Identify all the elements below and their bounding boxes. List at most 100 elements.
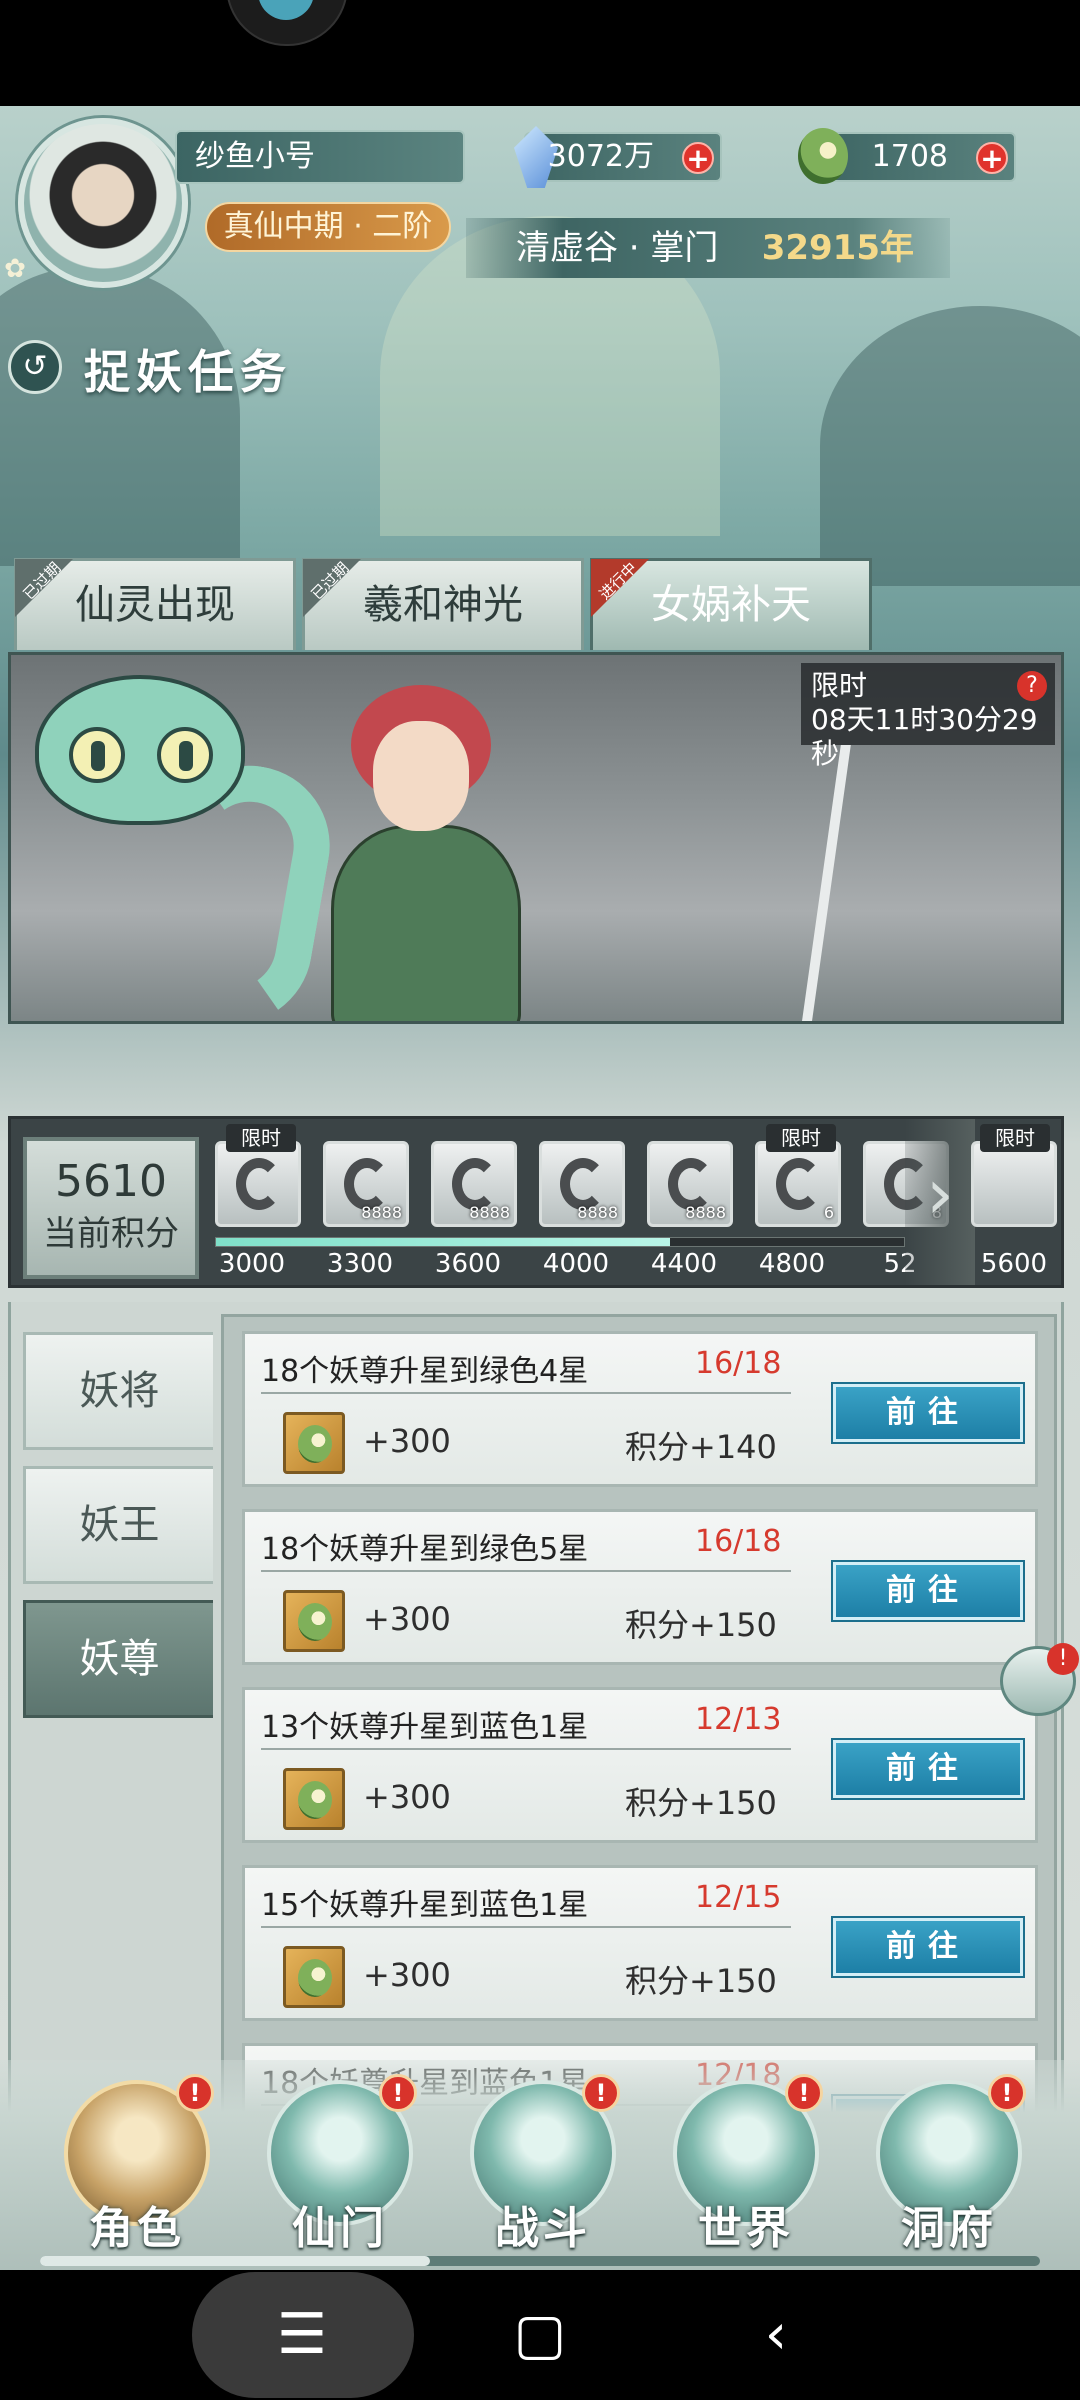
go-button[interactable]: 前往 <box>833 1384 1023 1442</box>
settings-gear-icon[interactable]: ✿ <box>0 254 30 284</box>
reward-count: 8888 <box>469 1203 510 1222</box>
score-reward: 积分+150 <box>625 1606 777 1644</box>
crystal-amount: 3072万 <box>547 139 654 174</box>
divider <box>261 1926 791 1928</box>
reward-amount: +300 <box>363 1778 451 1816</box>
nav-label: 仙门 <box>292 2203 388 2254</box>
add-crystal-button[interactable]: + <box>682 142 714 174</box>
score-value: 5610 <box>55 1156 167 1207</box>
alert-badge: ! <box>582 2074 620 2112</box>
nav-scrollbar[interactable] <box>40 2256 1040 2266</box>
nav-item-world[interactable]: 世界! <box>661 2074 831 2254</box>
tab-label: 仙灵出现 <box>75 582 235 628</box>
bottom-nav: 角色! 仙门! 战斗! 世界! 洞府! <box>0 2060 1080 2270</box>
tab-xianling[interactable]: 已过期 仙灵出现 <box>14 558 296 650</box>
reward-threshold: 4000 <box>542 1249 610 1279</box>
nav-item-sect[interactable]: 仙门! <box>255 2074 425 2254</box>
nav-item-battle[interactable]: 战斗! <box>458 2074 628 2254</box>
reward-item[interactable]: 限时 <box>215 1124 301 1227</box>
category-yaozun[interactable]: 妖尊 <box>23 1600 213 1718</box>
player-header: ✿ 纱鱼小号 真仙中期 · 二阶 3072万 + 1708 + 清虚谷 · 掌门… <box>0 106 1080 306</box>
reward-amount: +300 <box>363 1422 451 1460</box>
reward-count: 6 <box>823 1203 834 1222</box>
tab-nuwa[interactable]: 进行中 女娲补天 <box>590 558 872 650</box>
chat-bubble-icon[interactable]: ! <box>1000 1643 1079 1716</box>
event-timer: 限时 08天11时30分29秒 ? <box>801 663 1055 770</box>
tab-xihe[interactable]: 已过期 羲和神光 <box>302 558 584 650</box>
score-label: 当前积分 <box>43 1214 179 1254</box>
jade-reward-icon <box>283 1946 345 2008</box>
reward-item[interactable]: 8888 <box>647 1141 733 1227</box>
tab-label: 羲和神光 <box>363 582 523 628</box>
alert-badge: ! <box>176 2074 214 2112</box>
page-title: 捉妖任务 <box>84 345 292 399</box>
category-yaowang[interactable]: 妖王 <box>23 1466 213 1584</box>
task-progress: 12/15 <box>695 1880 782 1915</box>
nav-label: 战斗 <box>495 2203 591 2254</box>
reward-item[interactable]: 8888 <box>431 1141 517 1227</box>
go-button[interactable]: 前往 <box>833 1740 1023 1798</box>
crystal-currency: 3072万 + <box>514 126 722 188</box>
task-panel: 妖将 妖王 妖尊 18个妖尊升星到绿色4星 16/18 +300 积分+140 前往 18… <box>8 1302 1064 2154</box>
reward-threshold: 4400 <box>650 1249 718 1279</box>
back-icon[interactable]: ‹ <box>696 2270 856 2400</box>
go-button[interactable]: 前往 <box>833 1918 1023 1976</box>
jade-reward-icon <box>283 1590 345 1652</box>
task-row: 15个妖尊升星到蓝色1星 12/15 +300 积分+150 前往 <box>242 1865 1038 2021</box>
event-banner: 限时 08天11时30分29秒 ? <box>8 652 1064 1024</box>
reward-count: 8888 <box>361 1203 402 1222</box>
alert-badge: ! <box>379 2074 417 2112</box>
category-yaojiang[interactable]: 妖将 <box>23 1332 213 1450</box>
snake-illustration <box>35 675 245 825</box>
score-progress-bar <box>215 1237 905 1247</box>
limited-tag: 限时 <box>226 1124 296 1152</box>
go-button[interactable]: 前往 <box>833 1562 1023 1620</box>
add-jade-button[interactable]: + <box>976 142 1008 174</box>
task-list[interactable]: 18个妖尊升星到绿色4星 16/18 +300 积分+140 前往 18个妖尊升星到绿色5… <box>221 1314 1057 2154</box>
task-name: 18个妖尊升星到绿色4星 <box>261 1354 589 1389</box>
reward-threshold: 5600 <box>980 1249 1048 1279</box>
reward-item[interactable]: 8888 <box>323 1141 409 1227</box>
system-nav-bar: ☰ ▢ ‹ <box>0 2270 1080 2400</box>
sect-info: 清虚谷 · 掌门 32915年 <box>466 218 950 278</box>
task-progress: 16/18 <box>695 1346 782 1381</box>
home-icon[interactable]: ▢ <box>460 2270 620 2400</box>
task-name: 13个妖尊升星到蓝色1星 <box>261 1710 589 1745</box>
jade-currency: 1708 + <box>798 128 1016 184</box>
reward-item[interactable]: 6 限时 <box>755 1124 841 1227</box>
jade-icon <box>798 128 848 184</box>
game-screen: ✿ 纱鱼小号 真仙中期 · 二阶 3072万 + 1708 + 清虚谷 · 掌门… <box>0 106 1080 2270</box>
score-reward: 积分+140 <box>625 1428 777 1466</box>
final-reward-item[interactable]: 限时 <box>971 1124 1057 1227</box>
nav-item-cave[interactable]: 洞府! <box>864 2074 1034 2254</box>
task-row: 18个妖尊升星到绿色4星 16/18 +300 积分+140 前往 <box>242 1331 1038 1487</box>
score-reward: 积分+150 <box>625 1784 777 1822</box>
tab-label: 女娲补天 <box>651 582 811 628</box>
nav-item-character[interactable]: 角色! <box>52 2074 222 2254</box>
current-score: 5610 当前积分 <box>23 1137 199 1279</box>
cultivation-rank: 真仙中期 · 二阶 <box>205 202 451 252</box>
reward-count: 8888 <box>577 1203 618 1222</box>
alert-badge: ! <box>988 2074 1026 2112</box>
task-name: 18个妖尊升星到绿色5星 <box>261 1532 589 1567</box>
girl-portrait-icon <box>776 1158 822 1210</box>
back-button[interactable]: ↺ <box>8 340 62 394</box>
alert-badge: ! <box>785 2074 823 2112</box>
divider <box>261 1570 791 1572</box>
scroll-right-arrow-icon[interactable]: › <box>905 1119 975 1285</box>
jade-reward-icon <box>283 1412 345 1474</box>
floating-pet-icon[interactable] <box>226 0 348 46</box>
limited-tag: 限时 <box>980 1124 1050 1152</box>
timer-remaining: 08天11时30分29秒 <box>811 703 1038 770</box>
reward-item[interactable]: 8888 <box>539 1141 625 1227</box>
menu-icon[interactable]: ☰ <box>222 2270 382 2400</box>
player-avatar[interactable] <box>18 118 188 288</box>
nav-label: 世界 <box>698 2203 794 2254</box>
limited-tag: 限时 <box>766 1124 836 1152</box>
score-reward: 积分+150 <box>625 1962 777 2000</box>
player-name: 纱鱼小号 <box>175 130 465 184</box>
jade-reward-icon <box>283 1768 345 1830</box>
reward-threshold: 3000 <box>218 1249 286 1279</box>
help-icon[interactable]: ? <box>1017 671 1047 701</box>
divider <box>261 1392 791 1394</box>
